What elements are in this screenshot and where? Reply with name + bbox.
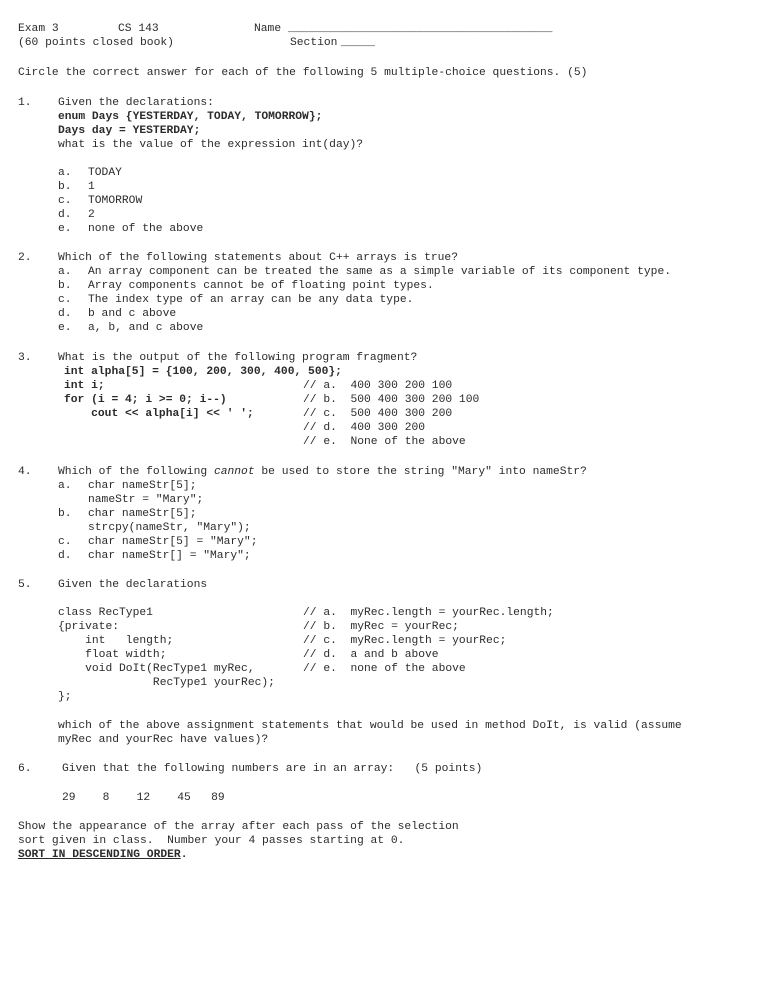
question-2-stem: Which of the following statements about …: [58, 252, 458, 264]
question-5-comment-e[interactable]: // e. none of the above: [303, 662, 466, 676]
question-4-stem: Which of the following cannot be used to…: [58, 465, 587, 479]
question-2-choice-a-letter[interactable]: a.: [58, 265, 72, 279]
header-points-note: (60 points closed book): [18, 37, 174, 49]
question-6-directive-text: SORT IN DESCENDING ORDER: [18, 849, 181, 861]
question-6-array-values: 29 8 12 45 89: [62, 792, 225, 804]
question-6-instruction-line-2: sort given in class. Number your 4 passe…: [18, 835, 405, 847]
question-5-code-line-2: {private:: [58, 621, 120, 633]
question-6-directive: SORT IN DESCENDING ORDER.: [18, 848, 187, 862]
question-5-code-line-7: };: [58, 691, 72, 703]
question-5-tail-line-1: which of the above assignment statements…: [58, 720, 682, 732]
question-3-comment-d[interactable]: // d. 400 300 200: [303, 421, 425, 435]
question-1-code-line-1: enum Days {YESTERDAY, TODAY, TOMORROW};: [58, 111, 323, 123]
question-5-tail-line-2: myRec and yourRec have values)?: [58, 734, 269, 746]
question-1-choice-e-letter[interactable]: e.: [58, 222, 72, 236]
question-5-code-line-5: void DoIt(RecType1 myRec,: [58, 663, 255, 675]
question-1-choice-b-letter[interactable]: b.: [58, 180, 72, 194]
question-3-stem: What is the output of the following prog…: [58, 352, 418, 364]
question-2-choice-c-letter[interactable]: c.: [58, 293, 72, 307]
question-4-stem-emphasis: cannot: [213, 466, 255, 478]
question-3-comment-b[interactable]: // b. 500 400 300 200 100: [303, 393, 479, 407]
question-6-directive-period: .: [180, 849, 188, 861]
question-1-choice-d-letter[interactable]: d.: [58, 208, 72, 222]
question-2-choice-b-letter[interactable]: b.: [58, 279, 72, 293]
question-4-choice-d-text[interactable]: char nameStr[] = "Mary";: [88, 549, 251, 563]
question-3-comment-a[interactable]: // a. 400 300 200 100: [303, 379, 452, 393]
question-2-choice-c-text[interactable]: The index type of an array can be any da…: [88, 293, 413, 307]
question-4-choice-b-letter[interactable]: b.: [58, 507, 72, 521]
question-3-code-line-3: for (i = 4; i >= 0; i--): [64, 394, 227, 406]
question-6-number: 6.: [18, 763, 32, 775]
question-4-choice-b-text-cont[interactable]: strcpy(nameStr, "Mary");: [88, 521, 251, 535]
question-2-choice-b-text[interactable]: Array components cannot be of floating p…: [88, 279, 434, 293]
question-1-number: 1.: [18, 97, 32, 109]
question-1-choice-c-letter[interactable]: c.: [58, 194, 72, 208]
question-4-choice-a-text[interactable]: char nameStr[5];: [88, 479, 196, 493]
question-4-choice-c-text[interactable]: char nameStr[5] = "Mary";: [88, 535, 257, 549]
question-4-stem-post: be used to store the string "Mary" into …: [254, 466, 587, 478]
exam-document-page: Exam 3 CS 143 Name _____________________…: [0, 0, 768, 994]
question-1-stem-2: what is the value of the expression int(…: [58, 139, 364, 151]
question-5-code-line-4: float width;: [58, 649, 167, 661]
question-1-code-line-2: Days day = YESTERDAY;: [58, 125, 201, 137]
question-6-instruction-line-1: Show the appearance of the array after e…: [18, 821, 459, 833]
question-2-choice-d-letter[interactable]: d.: [58, 307, 72, 321]
question-3-comment-e[interactable]: // e. None of the above: [303, 435, 466, 449]
question-1-choice-e-text[interactable]: none of the above: [88, 222, 203, 236]
question-1-choice-d-text[interactable]: 2: [88, 208, 95, 222]
header-course: CS 143: [118, 23, 159, 35]
question-1-choice-a-text[interactable]: TODAY: [88, 166, 122, 180]
question-4-stem-pre: Which of the following: [58, 466, 214, 478]
question-3-code-line-4: cout << alpha[i] << ' ';: [64, 408, 254, 420]
question-5-comment-d[interactable]: // d. a and b above: [303, 648, 439, 662]
question-2-choice-e-letter[interactable]: e.: [58, 321, 72, 335]
question-5-comment-b[interactable]: // b. myRec = yourRec;: [303, 620, 459, 634]
question-3-code-line-1: int alpha[5] = {100, 200, 300, 400, 500}…: [64, 366, 342, 378]
question-5-code-line-3: int length;: [58, 635, 174, 647]
question-5-code-line-6: RecType1 yourRec);: [58, 677, 275, 689]
question-4-number: 4.: [18, 466, 32, 478]
question-1-stem: Given the declarations:: [58, 97, 214, 109]
question-6-stem: Given that the following numbers are in …: [62, 763, 483, 775]
question-2-choice-e-text[interactable]: a, b, and c above: [88, 321, 203, 335]
question-5-stem: Given the declarations: [58, 579, 208, 591]
question-1-choice-a-letter[interactable]: a.: [58, 166, 72, 180]
question-4-choice-a-letter[interactable]: a.: [58, 479, 72, 493]
question-2-choice-a-text[interactable]: An array component can be treated the sa…: [88, 265, 671, 279]
question-3-comment-c[interactable]: // c. 500 400 300 200: [303, 407, 452, 421]
question-5-comment-c[interactable]: // c. myRec.length = yourRec;: [303, 634, 506, 648]
header-section-rule[interactable]: _____: [341, 36, 375, 50]
header-section-label: Section: [290, 37, 338, 49]
question-1-choice-c-text[interactable]: TOMORROW: [88, 194, 142, 208]
question-3-number: 3.: [18, 352, 32, 364]
question-2-choice-d-text[interactable]: b and c above: [88, 307, 176, 321]
question-4-choice-c-letter[interactable]: c.: [58, 535, 72, 549]
header-name-label: Name: [254, 23, 282, 35]
header-exam-label: Exam 3: [18, 23, 59, 35]
question-3-code-line-2: int i;: [64, 380, 105, 392]
instructions-line: Circle the correct answer for each of th…: [18, 67, 588, 79]
question-4-choice-a-text-cont[interactable]: nameStr = "Mary";: [88, 493, 203, 507]
question-5-code-line-1: class RecType1: [58, 607, 153, 619]
question-4-choice-b-text[interactable]: char nameStr[5];: [88, 507, 196, 521]
question-5-comment-a[interactable]: // a. myRec.length = yourRec.length;: [303, 606, 554, 620]
question-4-choice-d-letter[interactable]: d.: [58, 549, 72, 563]
question-2-number: 2.: [18, 252, 32, 264]
question-5-number: 5.: [18, 579, 32, 591]
question-1-choice-b-text[interactable]: 1: [88, 180, 95, 194]
header-name-rule[interactable]: _______________________________________: [288, 22, 552, 36]
